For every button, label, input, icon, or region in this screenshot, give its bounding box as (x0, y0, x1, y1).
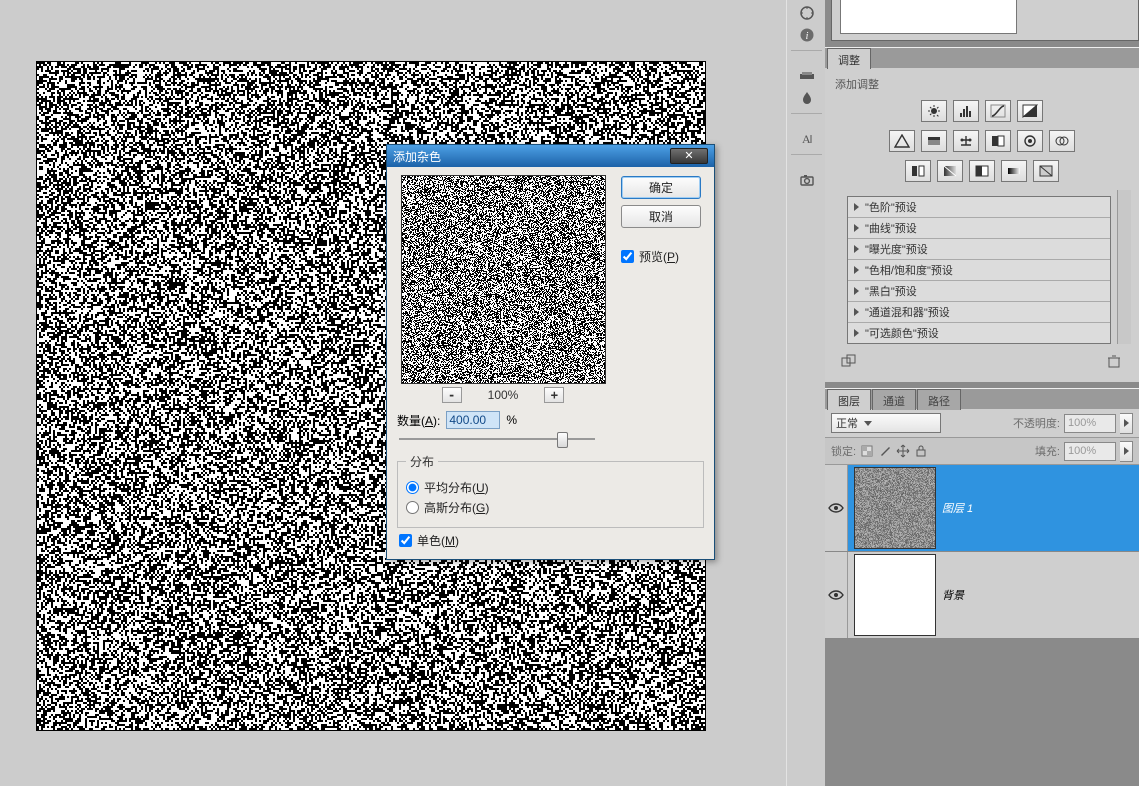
layer-name: 图层 1 (942, 500, 973, 516)
posterize-icon[interactable] (937, 160, 963, 182)
selective-color-icon[interactable] (1033, 160, 1059, 182)
tab-adjustments[interactable]: 调整 (827, 48, 871, 69)
character-icon[interactable]: A (788, 128, 826, 150)
dialog-title: 添加杂色 (393, 148, 441, 165)
gaussian-radio-row[interactable]: 高斯分布(G) (406, 499, 695, 516)
dialog-titlebar[interactable]: 添加杂色 ✕ (387, 145, 714, 167)
navigator-icon[interactable] (788, 2, 826, 24)
camera-icon[interactable] (788, 169, 826, 191)
distribution-group: 分布 平均分布(U) 高斯分布(G) (397, 453, 704, 528)
opacity-flyout[interactable] (1120, 413, 1133, 434)
preview-checkbox[interactable] (621, 250, 634, 263)
layers-panel: 图层通道路径 正常 不透明度: 100% 锁定: 填充: 100% 图层 1 背景 (825, 388, 1139, 639)
amount-unit: % (506, 413, 517, 427)
info-icon[interactable]: i (788, 24, 826, 46)
distribution-legend: 分布 (406, 453, 438, 470)
layer-thumbnail[interactable] (854, 467, 936, 549)
photo-filter-icon[interactable] (1017, 130, 1043, 152)
preview-checkbox-row[interactable]: 预览(P)预览(P) (621, 248, 679, 265)
threshold-icon[interactable] (969, 160, 995, 182)
preset-row[interactable]: "曝光度"预设 (848, 239, 1110, 260)
opacity-label: 不透明度: (1013, 415, 1060, 431)
fill-flyout[interactable] (1120, 441, 1133, 462)
opacity-input[interactable]: 100% (1064, 414, 1116, 433)
adjustment-trash-icon[interactable] (1105, 354, 1123, 368)
monochrome-row[interactable]: 单色(M) (399, 532, 706, 549)
histogram-panel (831, 0, 1139, 41)
preset-row[interactable]: "曲线"预设 (848, 218, 1110, 239)
lock-pixels-icon[interactable] (878, 444, 892, 458)
color-balance-icon[interactable] (953, 130, 979, 152)
collapsed-panel-strip: i A (786, 0, 827, 786)
visibility-icon[interactable] (825, 503, 847, 513)
lock-label: 锁定: (831, 443, 856, 459)
histogram-box (840, 0, 1017, 34)
layer-row[interactable]: 图层 1 (825, 465, 1139, 552)
lock-transparency-icon[interactable] (860, 444, 874, 458)
close-button[interactable]: ✕ (670, 148, 708, 164)
layer-thumbnail[interactable] (854, 554, 936, 636)
preset-row[interactable]: "色阶"预设 (848, 197, 1110, 218)
add-adjustment-label: 添加调整 (835, 76, 1131, 92)
fill-label: 填充: (1035, 443, 1060, 459)
lock-position-icon[interactable] (896, 444, 910, 458)
invert-icon[interactable] (905, 160, 931, 182)
adjustment-clip-icon[interactable] (841, 354, 859, 368)
preset-row[interactable]: "可选颜色"预设 (848, 323, 1110, 343)
monochrome-checkbox[interactable] (399, 534, 412, 547)
swatches-icon[interactable] (788, 65, 826, 87)
uniform-radio[interactable] (406, 481, 419, 494)
preset-row[interactable]: "黑白"预设 (848, 281, 1110, 302)
preset-row[interactable]: "通道混和器"预设 (848, 302, 1110, 323)
presets-scrollbar[interactable] (1117, 190, 1131, 344)
ok-button[interactable]: 确定 (621, 176, 701, 199)
fill-input[interactable]: 100% (1064, 442, 1116, 461)
vibrance-icon[interactable] (889, 130, 915, 152)
right-panels: 调整 添加调整 (825, 0, 1139, 786)
svg-text:i: i (805, 31, 808, 42)
tab-paths[interactable]: 路径 (917, 389, 961, 410)
curves-icon[interactable] (985, 100, 1011, 122)
levels-icon[interactable] (953, 100, 979, 122)
zoom-value: 100% (488, 388, 519, 402)
zoom-out-button[interactable]: - (442, 387, 462, 403)
dialog-preview[interactable] (401, 175, 606, 384)
cancel-button[interactable]: 取消 (621, 205, 701, 228)
layer-row[interactable]: 背景 (825, 552, 1139, 639)
black-white-icon[interactable] (985, 130, 1011, 152)
exposure-icon[interactable] (1017, 100, 1043, 122)
adjustments-panel: 调整 添加调整 (825, 47, 1139, 382)
tab-channels[interactable]: 通道 (872, 389, 916, 410)
preset-row[interactable]: "色相/饱和度"预设 (848, 260, 1110, 281)
channel-mixer-icon[interactable] (1049, 130, 1075, 152)
tab-layers[interactable]: 图层 (827, 389, 871, 410)
uniform-radio-row[interactable]: 平均分布(U) (406, 479, 695, 496)
styles-icon[interactable] (788, 87, 826, 109)
amount-slider-thumb[interactable] (557, 432, 568, 448)
gaussian-radio[interactable] (406, 501, 419, 514)
add-noise-dialog: 添加杂色 ✕ 确定 取消 预览(P)预览(P) - 100% + 数量(A (386, 144, 715, 560)
gradient-map-icon[interactable] (1001, 160, 1027, 182)
preview-label: 预览(P)预览(P) (639, 248, 679, 265)
amount-label: 数量(A): (397, 412, 440, 429)
hue-sat-icon[interactable] (921, 130, 947, 152)
zoom-in-button[interactable]: + (544, 387, 564, 403)
blend-mode-select[interactable]: 正常 (831, 413, 941, 433)
amount-slider[interactable] (399, 431, 595, 447)
svg-text:A: A (802, 132, 811, 146)
amount-input[interactable] (446, 411, 500, 429)
lock-all-icon[interactable] (914, 444, 928, 458)
layer-name: 背景 (942, 587, 964, 603)
brightness-contrast-icon[interactable] (921, 100, 947, 122)
visibility-icon[interactable] (825, 590, 847, 600)
